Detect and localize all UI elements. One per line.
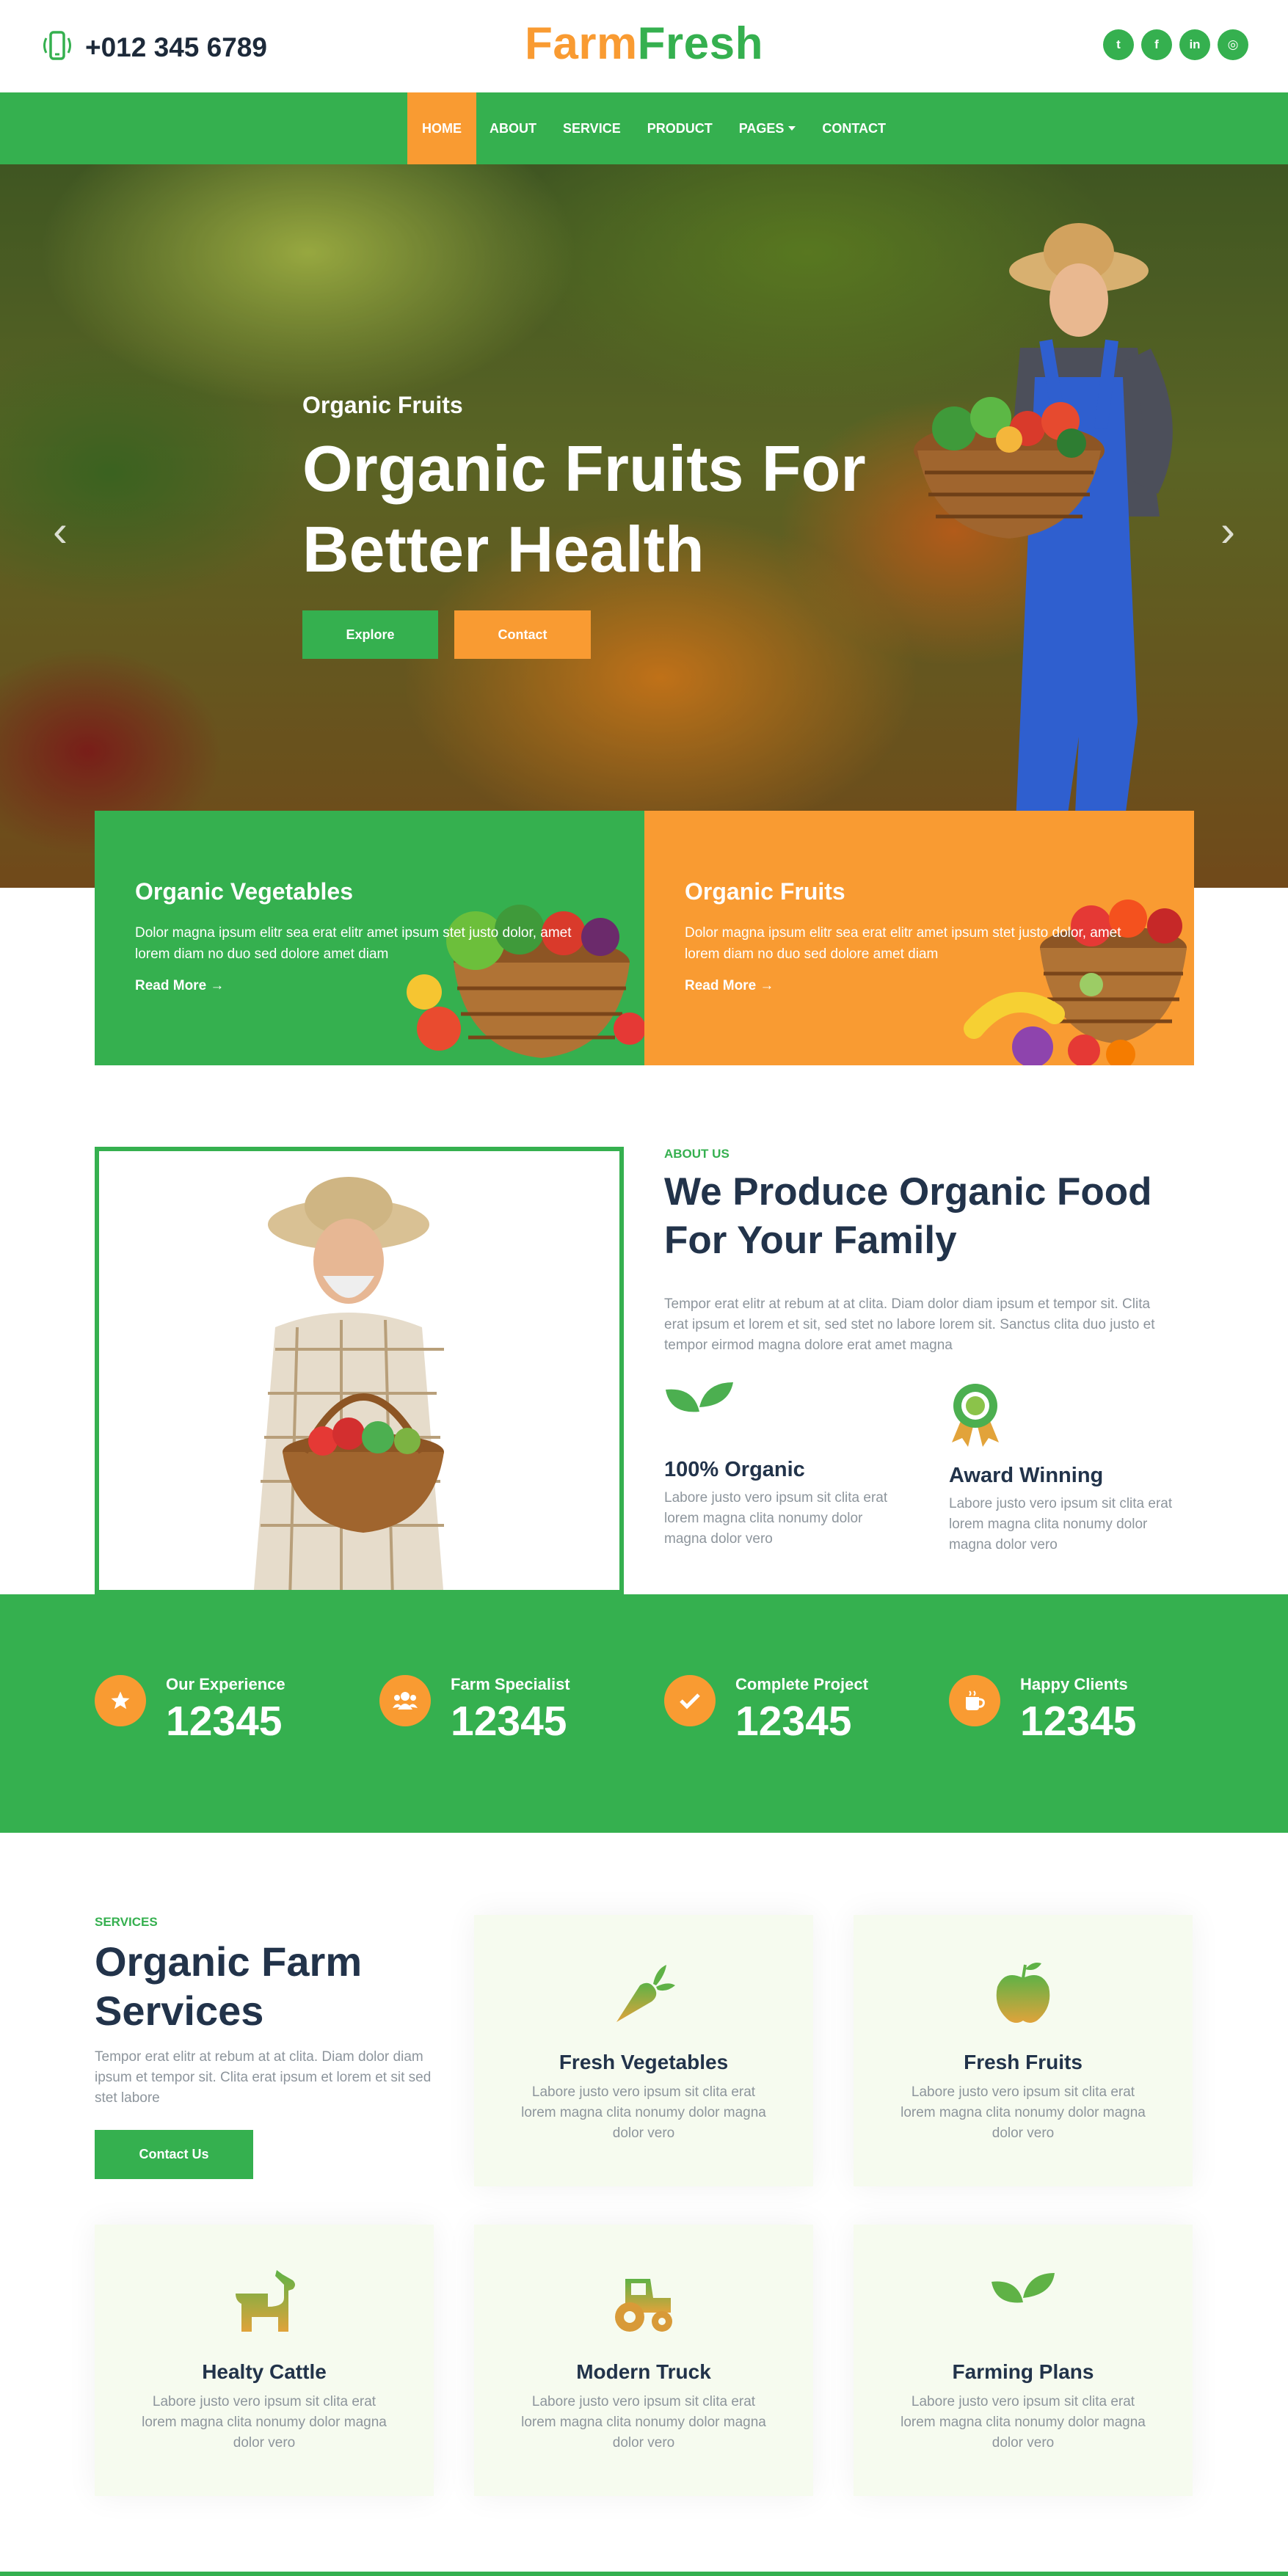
services-section-label: SERVICES — [95, 1915, 158, 1929]
service-card-cattle[interactable]: Healty Cattle Labore justo vero ipsum si… — [95, 2225, 434, 2496]
apple-icon — [996, 1963, 1050, 2023]
feature-text: Labore justo vero ipsum sit clita erat l… — [949, 1496, 1173, 1552]
service-card-plans[interactable]: Farming Plans Labore justo vero ipsum si… — [854, 2225, 1193, 2496]
service-card-title: Fresh Fruits — [964, 2051, 1083, 2073]
social-links: t f in ◎ — [1103, 29, 1248, 60]
service-card-truck[interactable]: Modern Truck Labore justo vero ipsum sit… — [474, 2225, 813, 2496]
promo-text: Dolor magna ipsum elitr sea erat elitr a… — [685, 925, 1121, 962]
check-icon — [664, 1675, 716, 1726]
twitter-icon[interactable]: t — [1103, 29, 1134, 60]
logo-fresh: Fresh — [637, 18, 763, 69]
instagram-icon[interactable]: ◎ — [1218, 29, 1248, 60]
service-card-title: Farming Plans — [952, 2360, 1094, 2383]
linkedin-icon[interactable]: in — [1179, 29, 1210, 60]
promo-card-fruits: Organic Fruits Dolor magna ipsum elitr s… — [644, 811, 1194, 1065]
nav-contact[interactable]: CONTACT — [809, 92, 899, 164]
logo-farm: Farm — [525, 18, 638, 69]
nav-about[interactable]: ABOUT — [476, 92, 550, 164]
service-card-fruits[interactable]: Fresh Fruits Labore justo vero ipsum sit… — [854, 1915, 1193, 2186]
stat-value: 12345 — [166, 1698, 283, 1745]
carrot-icon — [616, 1965, 675, 2022]
carousel-prev-icon[interactable]: ‹ — [53, 506, 68, 556]
about-image-frame — [95, 1147, 624, 1594]
service-card-text: Labore justo vero ipsum sit clita erat l… — [142, 2394, 387, 2451]
stats-section: Our Experience 12345 Farm Specialist 123… — [0, 1594, 1288, 1833]
about-section-label: ABOUT US — [664, 1147, 729, 1161]
service-card-vegetables[interactable]: Fresh Vegetables Labore justo vero ipsum… — [474, 1915, 813, 2186]
mug-icon — [949, 1675, 1000, 1726]
feature-award: Award Winning Labore justo vero ipsum si… — [949, 1381, 1191, 1555]
read-more-link[interactable]: Read More → — [685, 978, 774, 994]
service-card-title: Modern Truck — [576, 2360, 711, 2383]
read-more-link[interactable]: Read More → — [135, 978, 224, 994]
hero-title: Organic Fruits For Better Health — [302, 432, 866, 585]
service-card-title: Fresh Vegetables — [559, 2051, 729, 2073]
footer-edge — [0, 2572, 1288, 2576]
site-logo[interactable]: FarmFresh — [0, 18, 1288, 70]
stat-value: 12345 — [451, 1698, 567, 1745]
services-title: Organic Farm Services — [95, 1938, 363, 2034]
contact-button[interactable]: Contact — [454, 610, 591, 659]
stat-label: Complete Project — [735, 1675, 868, 1693]
seedling-icon — [992, 2273, 1055, 2335]
chevron-down-icon — [788, 126, 796, 131]
nav-product[interactable]: PRODUCT — [634, 92, 726, 164]
promo-card-vegetables: Organic Vegetables Dolor magna ipsum eli… — [95, 811, 644, 1065]
stat-label: Happy Clients — [1020, 1675, 1128, 1693]
star-icon — [95, 1675, 146, 1726]
feature-text: Labore justo vero ipsum sit clita erat l… — [664, 1490, 888, 1547]
dog-icon — [236, 2270, 295, 2332]
service-card-title: Healty Cattle — [202, 2360, 327, 2383]
stat-label: Our Experience — [166, 1675, 285, 1693]
about-text: Tempor erat elitr at rebum at at clita. … — [664, 1296, 1155, 1353]
feature-title: Award Winning — [949, 1464, 1104, 1487]
top-bar: +012 345 6789 FarmFresh t f in ◎ — [0, 0, 1288, 92]
hero-carousel: Organic Fruits Organic Fruits For Better… — [0, 164, 1288, 888]
stat-value: 12345 — [735, 1698, 852, 1745]
promo-title: Organic Fruits — [685, 878, 845, 905]
service-card-text: Labore justo vero ipsum sit clita erat l… — [900, 2084, 1146, 2141]
explore-button[interactable]: Explore — [302, 610, 438, 659]
services-text: Tempor erat elitr at rebum at at clita. … — [95, 2049, 432, 2106]
stat-value: 12345 — [1020, 1698, 1137, 1745]
service-card-text: Labore justo vero ipsum sit clita erat l… — [900, 2394, 1146, 2451]
award-icon — [952, 1384, 999, 1447]
feature-organic: 100% Organic Labore justo vero ipsum sit… — [664, 1381, 906, 1550]
hero-subtitle: Organic Fruits — [302, 392, 463, 418]
nav-home[interactable]: HOME — [407, 92, 476, 164]
stat-label: Farm Specialist — [451, 1675, 570, 1693]
service-card-text: Labore justo vero ipsum sit clita erat l… — [521, 2084, 766, 2141]
sprout-icon — [666, 1382, 733, 1442]
old-farmer-image — [253, 1177, 444, 1590]
about-title: We Produce Organic Food For Your Family — [664, 1170, 1152, 1262]
promo-title: Organic Vegetables — [135, 878, 354, 905]
main-nav: HOME ABOUT SERVICE PRODUCT PAGES CONTACT — [0, 92, 1288, 164]
promo-text: Dolor magna ipsum elitr sea erat elitr a… — [135, 925, 572, 962]
feature-title: 100% Organic — [664, 1458, 805, 1481]
users-icon — [379, 1675, 431, 1726]
nav-pages-dropdown[interactable]: PAGES — [726, 92, 809, 164]
nav-service[interactable]: SERVICE — [550, 92, 634, 164]
contact-us-button[interactable]: Contact Us — [95, 2130, 253, 2179]
service-card-text: Labore justo vero ipsum sit clita erat l… — [521, 2394, 766, 2451]
tractor-icon — [615, 2279, 672, 2332]
farmer-with-basket-image — [914, 223, 1173, 888]
nav-pages-label: PAGES — [738, 120, 785, 136]
carousel-next-icon[interactable]: › — [1220, 506, 1235, 556]
facebook-icon[interactable]: f — [1141, 29, 1172, 60]
